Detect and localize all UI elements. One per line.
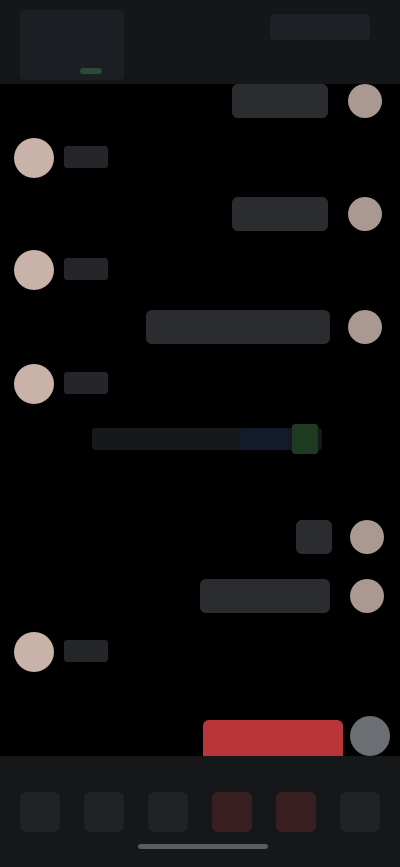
sender-name	[64, 146, 108, 168]
nav-item-4[interactable]	[212, 792, 252, 832]
message-row	[0, 134, 400, 182]
message-row	[0, 246, 400, 294]
message-row	[0, 360, 400, 408]
outgoing-message[interactable]	[200, 579, 330, 613]
message-row	[0, 628, 400, 676]
outgoing-message[interactable]	[232, 84, 328, 118]
message-row	[0, 193, 400, 237]
nav-item-5[interactable]	[276, 792, 316, 832]
timestamp	[160, 478, 220, 494]
nav-item-3[interactable]	[148, 792, 188, 832]
avatar[interactable]	[14, 632, 54, 672]
home-indicator	[138, 844, 268, 849]
nav-item-2[interactable]	[84, 792, 124, 832]
outgoing-message[interactable]	[296, 520, 332, 554]
user-icon	[348, 84, 382, 118]
nav-item-6[interactable]	[340, 792, 380, 832]
message-row	[0, 80, 400, 124]
user-icon	[348, 310, 382, 344]
user-icon	[348, 197, 382, 231]
typing-indicator	[168, 686, 232, 702]
bottom-navigation	[0, 756, 400, 867]
sender-name	[64, 258, 108, 280]
sender-name	[64, 372, 108, 394]
user-icon	[350, 520, 384, 554]
top-header	[0, 0, 400, 84]
screen	[0, 0, 400, 867]
avatar[interactable]	[14, 138, 54, 178]
user-icon	[350, 579, 384, 613]
message-row	[0, 306, 400, 350]
link-preview-accent	[240, 428, 290, 450]
message-row	[0, 575, 400, 619]
message-row	[0, 516, 400, 560]
sender-name	[64, 640, 108, 662]
status-indicator	[80, 68, 102, 74]
circle-button-icon[interactable]	[350, 716, 390, 756]
nav-item-1[interactable]	[20, 792, 60, 832]
header-right-button[interactable]	[270, 14, 370, 40]
avatar[interactable]	[14, 250, 54, 290]
avatar[interactable]	[14, 364, 54, 404]
link-preview-icon	[292, 424, 318, 454]
outgoing-message[interactable]	[232, 197, 328, 231]
outgoing-message[interactable]	[146, 310, 330, 344]
header-left-block[interactable]	[20, 10, 124, 80]
